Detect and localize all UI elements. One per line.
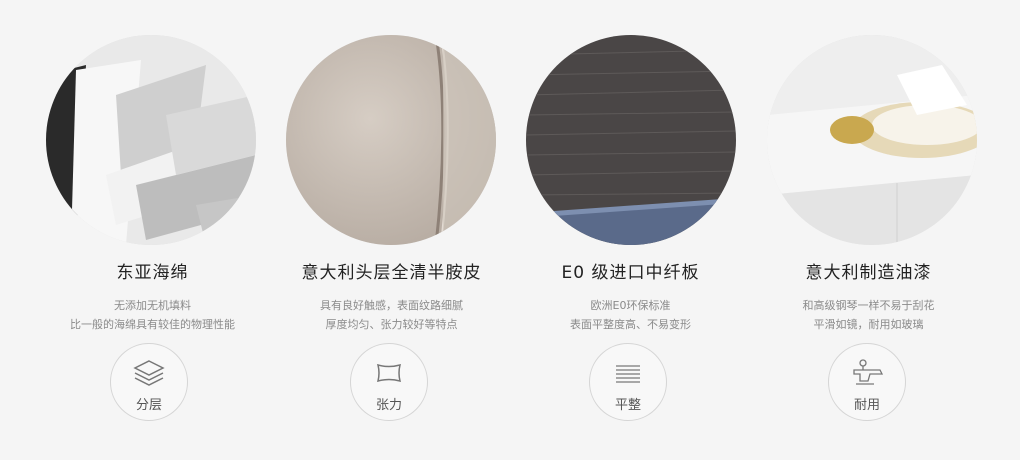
badge-label: 张力 [375,398,402,413]
flat-lines-icon [590,358,666,388]
feature-badge-tension: 张力 [350,343,428,421]
feature-sponge: 东亚海绵 无添加无机填料 比一般的海绵具有较佳的物理性能 分层 [0,0,256,460]
feature-leather: 意大利头层全清半胺皮 具有良好触感，表面纹路细腻 厚度均匀、张力较好等特点 张力 [255,0,510,460]
badge-label: 平整 [614,398,641,413]
description-line: 欧洲E0环保标准 [590,299,671,312]
feature-description: 欧洲E0环保标准 表面平整度高、不易变形 [503,296,758,334]
paint-photo [767,35,977,245]
description-line: 和高级钢琴一样不易于刮花 [802,299,935,312]
description-line: 表面平整度高、不易变形 [570,318,691,331]
layers-icon [111,358,187,388]
feature-description: 和高级钢琴一样不易于刮花 平滑如镜，耐用如玻璃 [741,296,996,334]
feature-title: 意大利制造油漆 [805,263,932,283]
description-line: 平滑如镜，耐用如玻璃 [813,318,924,331]
feature-title: 东亚海绵 [116,263,189,283]
feature-board: E0 级进口中纤板 欧洲E0环保标准 表面平整度高、不易变形 平整 [510,0,765,460]
feature-description: 具有良好触感，表面纹路细腻 厚度均匀、张力较好等特点 [264,296,519,334]
board-photo [526,35,736,245]
feature-badge-durable: 耐用 [828,343,906,421]
description-line: 比一般的海绵具有较佳的物理性能 [70,318,235,331]
feature-badge-layers: 分层 [110,343,188,421]
description-line: 无添加无机填料 [114,299,191,312]
badge-label: 分层 [135,398,162,413]
feature-badge-flat: 平整 [589,343,667,421]
leather-photo [286,35,496,245]
feature-description: 无添加无机填料 比一般的海绵具有较佳的物理性能 [25,296,280,334]
description-line: 厚度均匀、张力较好等特点 [325,318,458,331]
feature-paint: 意大利制造油漆 和高级钢琴一样不易于刮花 平滑如镜，耐用如玻璃 耐用 [765,0,1020,460]
feature-title: E0 级进口中纤板 [561,263,700,283]
spray-gun-icon [829,358,905,388]
sponge-photo [46,35,256,245]
feature-title: 意大利头层全清半胺皮 [301,263,482,283]
description-line: 具有良好触感，表面纹路细腻 [320,299,463,312]
badge-label: 耐用 [853,398,880,413]
leather-icon [351,358,427,388]
